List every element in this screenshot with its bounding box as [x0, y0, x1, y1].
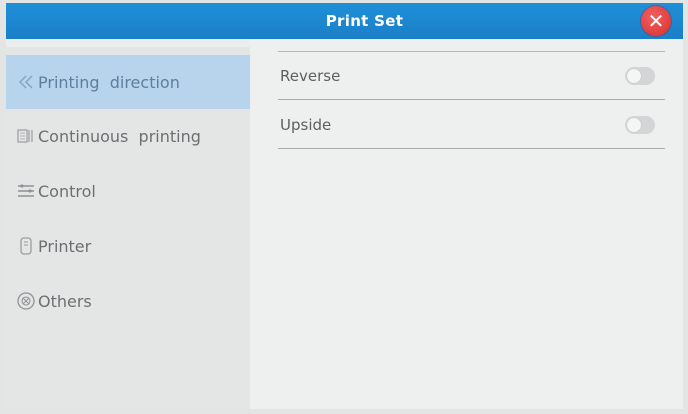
close-button[interactable]: ✕ [641, 6, 671, 36]
sidebar-item-label: Printer [38, 236, 92, 256]
reverse-toggle[interactable] [625, 66, 655, 85]
setting-label: Reverse [280, 66, 341, 85]
sidebar-item-label: Control [38, 181, 96, 201]
others-circle-icon [16, 291, 36, 311]
toggle-knob [627, 117, 641, 132]
close-icon: ✕ [647, 9, 665, 33]
sidebar: Printing direction Continuous printing C… [6, 47, 250, 409]
setting-row-upside: Upside [278, 101, 665, 149]
print-set-screen: Print Set ✕ Printing direction Continuou… [6, 3, 683, 409]
control-lines-icon [16, 181, 36, 201]
sidebar-item-control[interactable]: Control [6, 165, 250, 217]
sidebar-item-label: Printing direction [38, 72, 180, 92]
double-chevron-left-icon [16, 72, 36, 92]
sidebar-item-printing-direction[interactable]: Printing direction [6, 55, 250, 109]
toggle-knob [627, 68, 641, 83]
settings-panel: Reverse Upside [250, 39, 683, 409]
upside-toggle[interactable] [625, 115, 655, 134]
sidebar-item-label: Continuous printing [38, 126, 201, 146]
continuous-print-icon [16, 126, 36, 146]
title-bar: Print Set ✕ [6, 3, 683, 39]
sidebar-item-others[interactable]: Others [6, 275, 250, 327]
window-title: Print Set [325, 12, 404, 30]
setting-row-reverse: Reverse [278, 52, 665, 100]
sidebar-item-printer[interactable]: Printer [6, 220, 250, 272]
sidebar-item-continuous-printing[interactable]: Continuous printing [6, 110, 250, 162]
setting-label: Upside [280, 115, 332, 134]
printer-icon [16, 236, 36, 256]
sidebar-item-label: Others [38, 291, 92, 311]
